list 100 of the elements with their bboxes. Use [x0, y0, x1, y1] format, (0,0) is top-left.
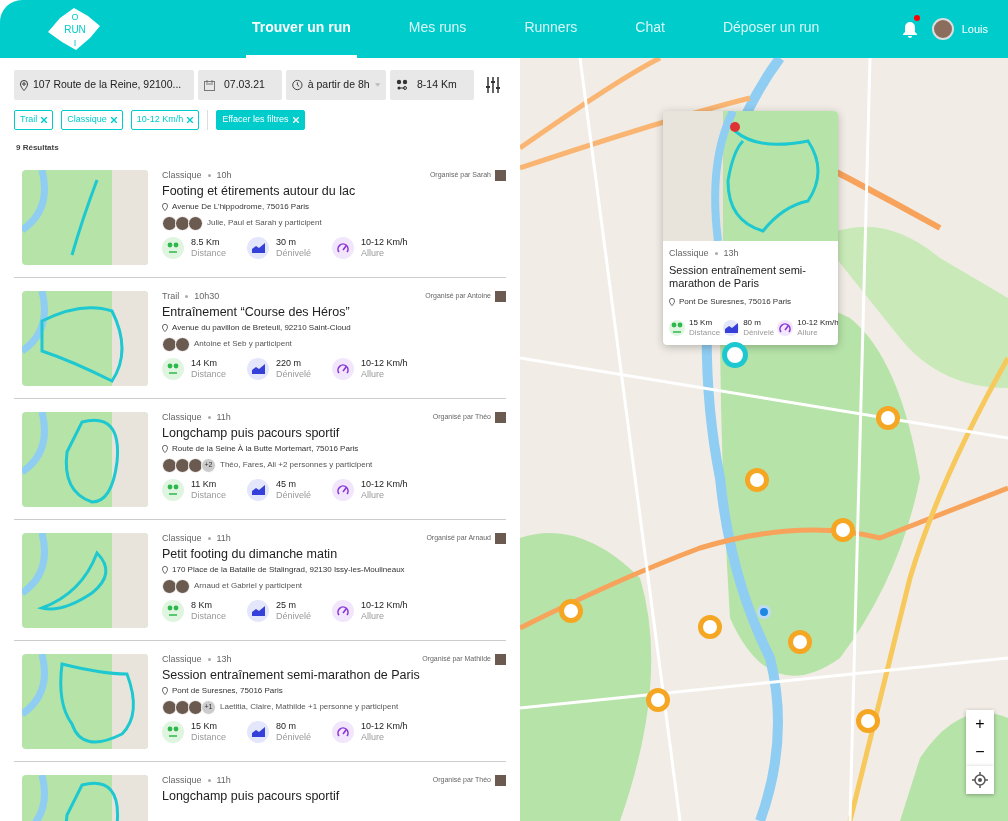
time-dropdown[interactable]: à partir de 8h	[286, 70, 386, 100]
route-icon	[396, 79, 408, 91]
organizer-avatar	[495, 654, 506, 665]
run-address: Avenue De L'hippodrome, 75016 Paris	[172, 202, 310, 212]
run-time: 10h	[216, 170, 232, 181]
run-address: 170 Place de la Bataille de Stalingrad, 92130 Issy-les-Moulineaux	[172, 565, 405, 575]
pin-icon	[162, 686, 168, 695]
zoom-in-button[interactable]: +	[966, 710, 994, 738]
run-address: Pont de Suresnes, 75016 Paris	[172, 686, 283, 696]
pin-icon	[20, 79, 28, 91]
bell-icon[interactable]	[901, 21, 918, 39]
stat-value: 10-12 Km/h	[361, 478, 408, 490]
run-time: 13h	[723, 247, 739, 260]
run-time: 13h	[216, 654, 232, 665]
run-category: Trail	[162, 291, 180, 302]
separator-dot	[714, 252, 718, 256]
clear-filters-button[interactable]: Effacer les filtres	[216, 110, 305, 130]
run-title: Longchamp puis pacours sportif	[162, 789, 341, 804]
run-category: Classique	[669, 247, 709, 260]
speedometer-icon	[337, 604, 349, 617]
run-title: Longchamp puis pacours sportif	[162, 426, 341, 441]
results-count: 9 Résultats	[16, 142, 60, 154]
pin-icon	[669, 298, 675, 306]
close-icon	[187, 117, 194, 123]
elevation-chart-icon	[251, 726, 265, 737]
organizer-avatar	[495, 775, 506, 786]
stat-value: 10-12 Km/h	[361, 720, 408, 732]
stat-value: 10-12 Km/h	[797, 318, 838, 328]
participant-avatar	[188, 215, 203, 231]
stat-value: 220 m	[276, 357, 302, 369]
filter-chip[interactable]: 10-12 Km/h	[130, 110, 200, 130]
pin-icon	[162, 444, 168, 453]
distance-field[interactable]: 8-14 Km	[390, 70, 474, 100]
stat-label: Allure	[361, 368, 385, 380]
stat-label: Allure	[361, 731, 385, 743]
stat-value: 45 m	[276, 478, 297, 490]
nav-tab[interactable]: Chat	[629, 0, 671, 58]
nav-tab[interactable]: Runners	[518, 0, 584, 58]
participant-avatar	[162, 699, 177, 715]
stat-value: 80 m	[276, 720, 297, 732]
route-icon	[167, 725, 179, 738]
filter-settings-icon[interactable]	[486, 77, 500, 93]
close-icon	[292, 117, 299, 123]
participant-avatar	[188, 699, 203, 715]
filter-chip[interactable]: Classique	[61, 110, 123, 130]
stat-value: 11 Km	[191, 478, 218, 490]
stat-label: Dénivelé	[276, 731, 312, 743]
run-time: 11h	[216, 775, 231, 786]
participants-text: Laetitia, Claire, Mathilde +1 personne y participent	[220, 702, 399, 712]
locate-button[interactable]	[966, 766, 994, 794]
stat-label: Dénivelé	[276, 489, 312, 501]
participant-avatar	[162, 457, 177, 473]
run-popup-card[interactable]: Classique 13h Session entraînement semi-marathon de Paris Pont De Suresnes, 75016 Paris 15 Km Distance 80 m Dénivelé 10-12 Km/h Allure	[663, 111, 838, 346]
separator-dot	[185, 295, 189, 298]
run-category: Classique	[162, 775, 202, 786]
stat-value: 8 Km	[191, 599, 213, 611]
organizer-avatar	[495, 412, 506, 423]
stat-value: 15 Km	[689, 318, 714, 328]
zoom-out-button[interactable]: −	[966, 738, 994, 766]
date-field[interactable]: 07.03.21	[198, 70, 282, 100]
run-category: Classique	[162, 412, 202, 423]
stat-label: Allure	[361, 247, 385, 259]
route-icon	[167, 362, 179, 375]
nav-tab[interactable]: Trouver un run	[246, 0, 357, 58]
stat-value: 10-12 Km/h	[361, 599, 408, 611]
run-address: Route de la Seine À la Butte Mortemart, 75016 Paris	[172, 444, 359, 454]
run-title: Session entraînement semi-marathon de Paris	[162, 668, 421, 683]
participants-text: Julie, Paul et Sarah y participent	[207, 218, 322, 228]
run-time: 10h30	[194, 291, 220, 302]
nav-tab[interactable]: Mes runs	[402, 0, 473, 58]
stat-label: Distance	[191, 247, 226, 259]
run-address: Avenue du pavillon de Breteuil, 92210 Saint-Cloud	[172, 323, 351, 333]
close-icon	[41, 117, 48, 123]
stat-label: Dénivelé	[276, 368, 312, 380]
stat-label: Distance	[191, 731, 226, 743]
participant-avatar	[175, 578, 190, 594]
organizer-avatar	[495, 291, 506, 302]
speedometer-icon	[337, 483, 349, 496]
run-title: Session entraînement semi-marathon de Paris	[669, 263, 807, 291]
stat-label: Dénivelé	[276, 610, 312, 622]
close-icon	[110, 117, 117, 123]
run-title: Entraînement “Course des Héros”	[162, 305, 351, 320]
filter-chip[interactable]: Trail	[14, 110, 54, 130]
route-icon	[167, 604, 179, 617]
participants-text: Arnaud et Gabriel y participent	[194, 581, 303, 591]
user-avatar[interactable]	[931, 18, 954, 40]
run-category: Classique	[162, 654, 202, 665]
stat-label: Distance	[689, 327, 721, 338]
stat-value: 8.5 Km	[191, 236, 221, 248]
location-field[interactable]: 107 Route de la Reine, 92100...	[14, 70, 194, 100]
user-name[interactable]: Louis	[961, 20, 988, 38]
elevation-chart-icon	[251, 605, 265, 616]
route-icon	[167, 241, 179, 254]
caret-icon	[374, 83, 380, 87]
stat-value: 10-12 Km/h	[361, 236, 408, 248]
elevation-chart-icon	[251, 363, 265, 374]
nav-tab[interactable]: Déposer un run	[716, 0, 826, 58]
participants-text: Théo, Fares, Ali +2 personnes y participent	[220, 460, 373, 470]
speedometer-icon	[337, 725, 349, 738]
separator-dot	[207, 658, 211, 661]
